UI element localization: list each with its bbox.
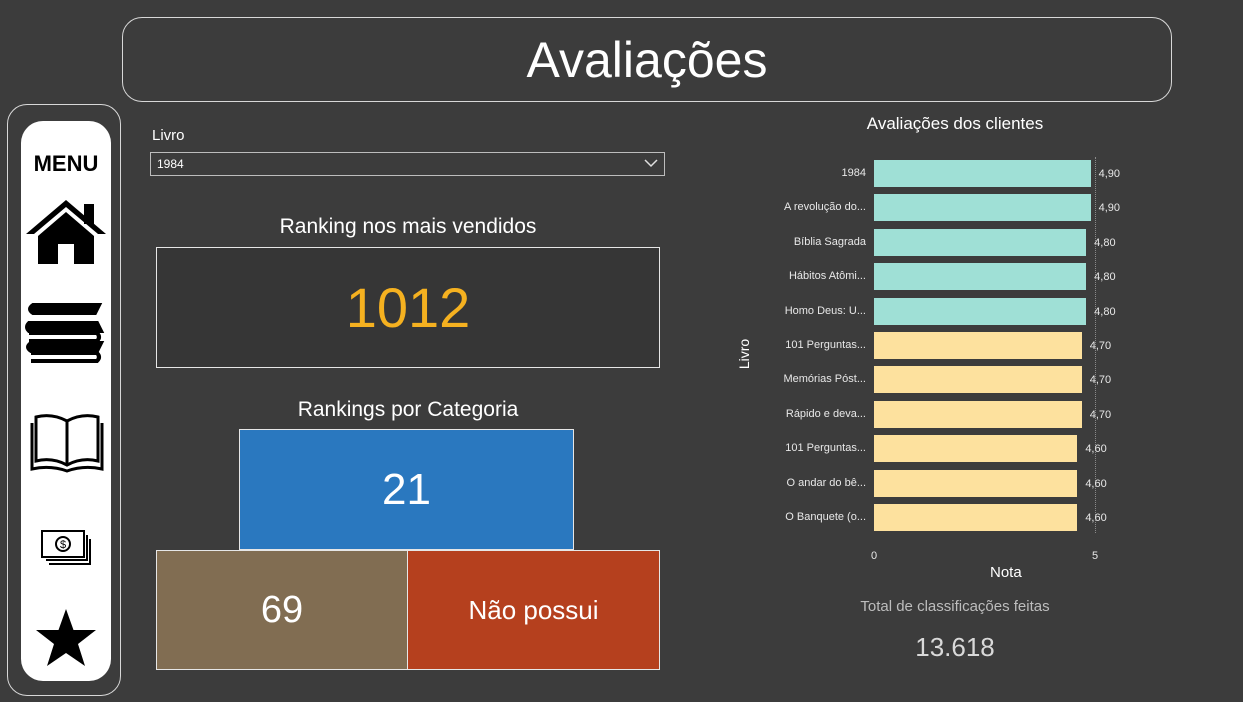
chart-title: Avaliações dos clientes bbox=[866, 114, 1044, 133]
bar-value-label: 4,60 bbox=[1085, 443, 1107, 456]
chart-bar[interactable] bbox=[874, 435, 1078, 463]
bar-category-label: Memórias Póst... bbox=[783, 373, 866, 386]
total-ratings-label: Total de classificações feitas bbox=[860, 598, 1050, 615]
home-icon[interactable] bbox=[24, 198, 108, 266]
bar-category-label: O Banquete (o... bbox=[785, 511, 866, 523]
bar-value-label: 4,70 bbox=[1089, 408, 1112, 421]
chart-bar[interactable] bbox=[874, 469, 1078, 497]
chart-bar[interactable] bbox=[874, 228, 1087, 256]
chart-bar[interactable] bbox=[874, 332, 1082, 359]
category-rankings-title: Rankings por Categoria bbox=[297, 398, 519, 421]
bar-value-label: 4,70 bbox=[1089, 374, 1112, 387]
category-tile-top: 21 bbox=[239, 429, 574, 550]
books-stack-icon[interactable] bbox=[25, 299, 105, 363]
bar-category-label: O andar do bê... bbox=[786, 476, 867, 489]
open-book-icon[interactable] bbox=[30, 411, 104, 473]
money-icon[interactable]: $ bbox=[40, 529, 94, 569]
category-tile-right: Não possui bbox=[407, 550, 660, 670]
bar-value-label: 4,80 bbox=[1094, 236, 1116, 249]
bar-category-label: Hábitos Atômi... bbox=[788, 270, 866, 283]
chart-x-axis-label: Nota bbox=[990, 564, 1022, 581]
chart-bar[interactable] bbox=[874, 263, 1087, 291]
filter-label: Livro bbox=[152, 127, 185, 144]
ranking-title: Ranking nos mais vendidos bbox=[279, 215, 537, 238]
bar-value-label: 4,60 bbox=[1085, 512, 1107, 524]
bar-category-label: A revolução do... bbox=[784, 201, 866, 214]
side-menu: MENU $ bbox=[21, 121, 111, 681]
chart-bar[interactable] bbox=[874, 297, 1087, 325]
bar-value-label: 4,90 bbox=[1098, 168, 1120, 180]
chart-bar[interactable] bbox=[874, 504, 1078, 531]
bar-category-label: 101 Perguntas... bbox=[785, 339, 866, 351]
star-icon[interactable] bbox=[34, 607, 98, 669]
chevron-down-icon bbox=[644, 159, 658, 168]
bar-category-label: 101 Perguntas... bbox=[785, 442, 866, 455]
page-title: Avaliações bbox=[122, 17, 1172, 102]
x-tick-0: 0 bbox=[871, 550, 878, 562]
bar-value-label: 4,60 bbox=[1085, 477, 1107, 490]
bar-value-label: 4,70 bbox=[1089, 340, 1112, 352]
chart-bar[interactable] bbox=[874, 366, 1082, 394]
bar-value-label: 4,90 bbox=[1098, 202, 1120, 215]
category-tile-left: 69 bbox=[156, 550, 408, 670]
bar-category-label: 1984 bbox=[841, 167, 866, 179]
x-tick-5: 5 bbox=[1092, 550, 1099, 562]
svg-text:$: $ bbox=[60, 539, 66, 551]
total-ratings-value: 13.618 bbox=[915, 632, 995, 662]
bar-value-label: 4,80 bbox=[1094, 271, 1116, 284]
bar-value-label: 4,80 bbox=[1094, 305, 1116, 318]
chart-bar[interactable] bbox=[874, 194, 1091, 222]
ranking-value: 1012 bbox=[156, 247, 660, 368]
bar-category-label: Homo Deus: U... bbox=[784, 304, 866, 317]
bar-category-label: Bíblia Sagrada bbox=[793, 235, 866, 248]
book-dropdown[interactable]: 1984 bbox=[150, 152, 665, 176]
chart-bar[interactable] bbox=[874, 400, 1082, 428]
dropdown-selected-value: 1984 bbox=[157, 157, 184, 171]
chart-bar[interactable] bbox=[874, 160, 1091, 187]
menu-label: MENU bbox=[33, 151, 99, 176]
bar-category-label: Rápido e deva... bbox=[785, 407, 866, 420]
